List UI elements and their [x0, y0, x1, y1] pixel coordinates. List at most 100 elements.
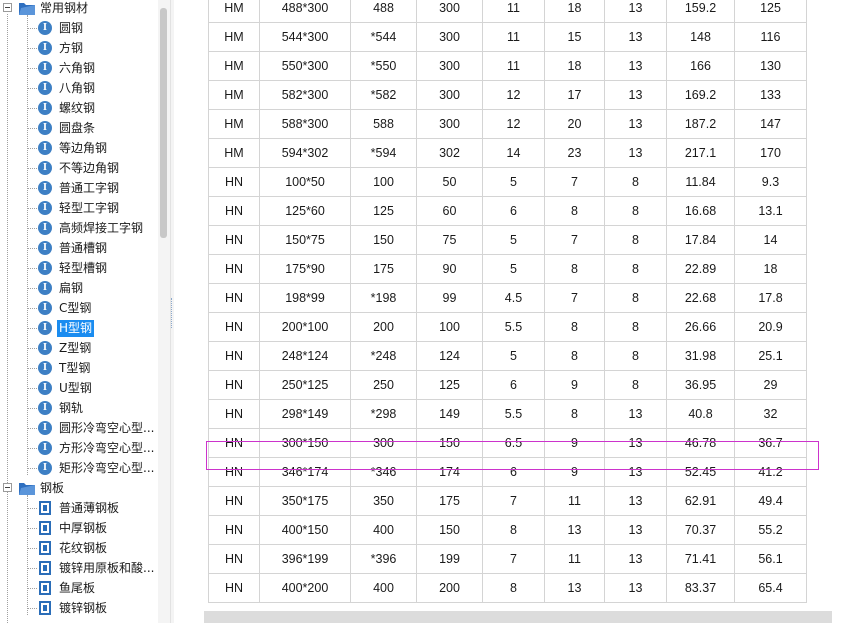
table-cell[interactable]: 200	[416, 573, 483, 603]
table-cell[interactable]: 125*60	[259, 196, 351, 226]
table-cell[interactable]: 199	[416, 544, 483, 574]
tree-item-row[interactable]: I 圆形冷弯空心型...	[0, 419, 158, 439]
tree-item-row[interactable]: I 钢轨	[0, 399, 158, 419]
table-cell[interactable]: 11	[482, 22, 545, 52]
table-cell[interactable]: 400*150	[259, 515, 351, 545]
table-cell[interactable]: 11	[482, 51, 545, 81]
table-cell[interactable]: HN	[208, 370, 260, 400]
table-cell[interactable]: *198	[350, 283, 417, 313]
table-cell[interactable]: HN	[208, 312, 260, 342]
table-cell[interactable]: 25.1	[734, 341, 807, 371]
table-cell[interactable]: HM	[208, 0, 260, 23]
table-cell[interactable]: 13	[604, 544, 667, 574]
table-cell[interactable]: 116	[734, 22, 807, 52]
table-cell[interactable]: 250*125	[259, 370, 351, 400]
table-cell[interactable]: 90	[416, 254, 483, 284]
table-cell[interactable]: 13.1	[734, 196, 807, 226]
table-cell[interactable]: 8	[544, 196, 605, 226]
table-cell[interactable]: 125	[350, 196, 417, 226]
tree-item-row[interactable]: I 螺纹钢	[0, 99, 158, 119]
tree-item-row[interactable]: I 高频焊接工字钢	[0, 219, 158, 239]
table-cell[interactable]: 22.89	[666, 254, 735, 284]
table-cell[interactable]: 13	[604, 573, 667, 603]
table-cell[interactable]: 26.66	[666, 312, 735, 342]
table-cell[interactable]: *594	[350, 138, 417, 168]
table-cell[interactable]: 15	[544, 22, 605, 52]
table-cell[interactable]: 5	[482, 225, 545, 255]
tree-item-row[interactable]: I 六角钢	[0, 59, 158, 79]
tree-item-row[interactable]: I C型钢	[0, 299, 158, 319]
table-cell[interactable]: 62.91	[666, 486, 735, 516]
table-row[interactable]: HN 198*99 *198 99 4.5 7 8 22.68 17.8	[208, 283, 807, 313]
table-cell[interactable]: 20.9	[734, 312, 807, 342]
table-cell[interactable]: HN	[208, 457, 260, 487]
table-cell[interactable]: 23	[544, 138, 605, 168]
table-cell[interactable]: 150	[350, 225, 417, 255]
collapse-toggle-icon[interactable]	[3, 3, 12, 12]
table-row[interactable]: HM 488*300 488 300 11 18 13 159.2 125	[208, 0, 807, 23]
table-cell[interactable]: 9	[544, 428, 605, 458]
table-cell[interactable]: 300	[416, 51, 483, 81]
table-cell[interactable]: 200*100	[259, 312, 351, 342]
table-cell[interactable]: 14	[734, 225, 807, 255]
table-cell[interactable]: 175*90	[259, 254, 351, 284]
table-cell[interactable]: 13	[604, 138, 667, 168]
table-row[interactable]: HN 400*200 400 200 8 13 13 83.37 65.4	[208, 573, 807, 603]
table-cell[interactable]: HN	[208, 428, 260, 458]
table-cell[interactable]: 8	[604, 283, 667, 313]
tree-item-row[interactable]: I 不等边角钢	[0, 159, 158, 179]
table-cell[interactable]: 6	[482, 457, 545, 487]
tree-item-row[interactable]: I 方钢	[0, 39, 158, 59]
tree-item-row[interactable]: I 圆盘条	[0, 119, 158, 139]
table-cell[interactable]: 9	[544, 457, 605, 487]
table-cell[interactable]: HN	[208, 167, 260, 197]
table-cell[interactable]: 488*300	[259, 0, 351, 23]
table-row[interactable]: HM 594*302 *594 302 14 23 13 217.1 170	[208, 138, 807, 168]
table-row[interactable]: HN 150*75 150 75 5 7 8 17.84 14	[208, 225, 807, 255]
table-row[interactable]: HN 298*149 *298 149 5.5 8 13 40.8 32	[208, 399, 807, 429]
table-cell[interactable]: 12	[482, 109, 545, 139]
table-row[interactable]: HN 250*125 250 125 6 9 8 36.95 29	[208, 370, 807, 400]
table-cell[interactable]: 7	[544, 225, 605, 255]
table-row[interactable]: HM 544*300 *544 300 11 15 13 148 116	[208, 22, 807, 52]
table-cell[interactable]: *346	[350, 457, 417, 487]
table-cell[interactable]: *248	[350, 341, 417, 371]
table-cell[interactable]: 7	[544, 167, 605, 197]
table-cell[interactable]: HN	[208, 573, 260, 603]
tree-item-row[interactable]: 中厚钢板	[0, 519, 158, 539]
table-cell[interactable]: 298*149	[259, 399, 351, 429]
collapse-toggle-icon[interactable]	[3, 483, 12, 492]
table-cell[interactable]: HN	[208, 486, 260, 516]
table-cell[interactable]: 14	[482, 138, 545, 168]
tree-item-row[interactable]: 花纹钢板	[0, 539, 158, 559]
table-cell[interactable]: HM	[208, 109, 260, 139]
table-cell[interactable]: 8	[604, 167, 667, 197]
table-cell[interactable]: 13	[604, 428, 667, 458]
table-cell[interactable]: 7	[482, 544, 545, 574]
table-cell[interactable]: 250	[350, 370, 417, 400]
table-cell[interactable]: 71.41	[666, 544, 735, 574]
table-cell[interactable]: 148	[666, 22, 735, 52]
table-cell[interactable]: *396	[350, 544, 417, 574]
tree-item-row[interactable]: I 普通槽钢	[0, 239, 158, 259]
table-cell[interactable]: 150	[416, 515, 483, 545]
table-cell[interactable]: 12	[482, 80, 545, 110]
tree-item-row[interactable]: I T型钢	[0, 359, 158, 379]
table-cell[interactable]: HM	[208, 51, 260, 81]
table-cell[interactable]: HN	[208, 341, 260, 371]
table-cell[interactable]: *298	[350, 399, 417, 429]
table-cell[interactable]: 83.37	[666, 573, 735, 603]
table-row[interactable]: HN 175*90 175 90 5 8 8 22.89 18	[208, 254, 807, 284]
table-cell[interactable]: HN	[208, 283, 260, 313]
table-cell[interactable]: 8	[604, 225, 667, 255]
table-cell[interactable]: *550	[350, 51, 417, 81]
table-cell[interactable]: 99	[416, 283, 483, 313]
table-cell[interactable]: 150	[416, 428, 483, 458]
table-horizontal-scrollbar[interactable]	[204, 611, 832, 623]
table-cell[interactable]: 125	[416, 370, 483, 400]
table-cell[interactable]: 125	[734, 0, 807, 23]
table-cell[interactable]: 17.84	[666, 225, 735, 255]
table-cell[interactable]: 8	[604, 341, 667, 371]
table-row[interactable]: HM 550*300 *550 300 11 18 13 166 130	[208, 51, 807, 81]
table-cell[interactable]: HN	[208, 225, 260, 255]
